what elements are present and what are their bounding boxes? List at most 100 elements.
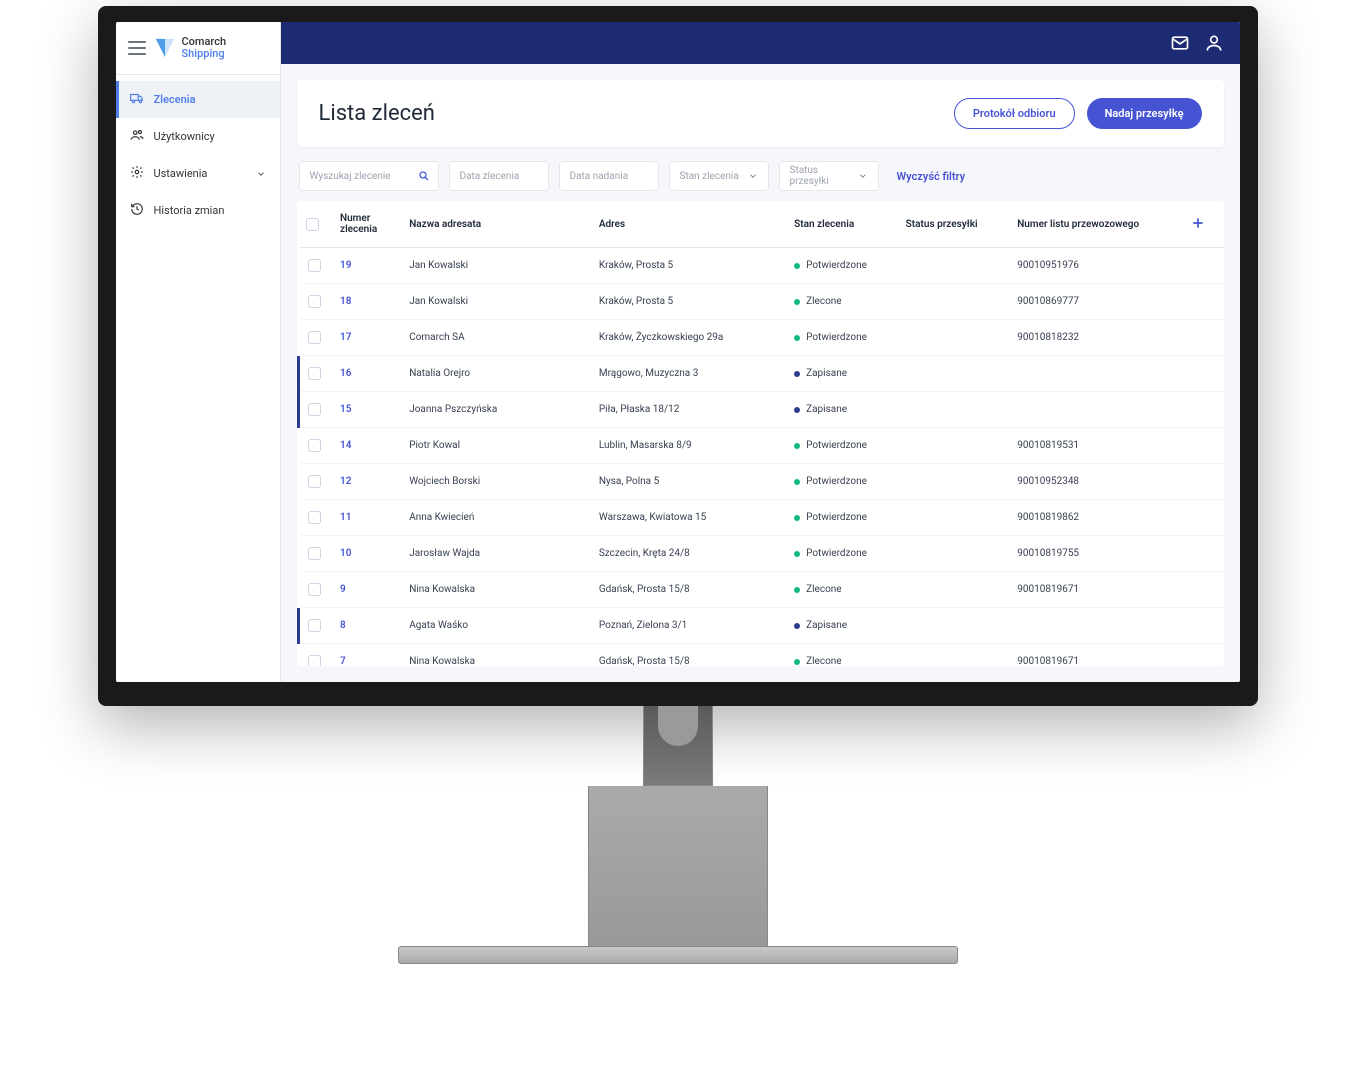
table-row[interactable]: 16Natalia OrejroMrągowo, Muzyczna 3Zapis… [298, 356, 1224, 392]
table-row[interactable]: 15Joanna PszczyńskaPiła, Płaska 18/12Zap… [298, 392, 1224, 428]
cell-recipient: Wojciech Borski [401, 464, 591, 500]
th-address[interactable]: Adres [591, 201, 786, 248]
order-number-link[interactable]: 8 [340, 620, 346, 631]
date-submit-filter[interactable]: Data nadania [559, 161, 659, 191]
shipment-status-filter[interactable]: Status przesyłki [779, 161, 879, 191]
cell-address: Gdańsk, Prosta 15/8 [591, 572, 786, 608]
cell-status [898, 608, 1010, 644]
order-number-link[interactable]: 17 [340, 332, 351, 343]
cell-state: Potwierdzone [794, 476, 890, 487]
cell-recipient: Jarosław Wajda [401, 536, 591, 572]
th-state[interactable]: Stan zlecenia [786, 201, 898, 248]
add-icon[interactable] [1190, 215, 1206, 231]
cell-state: Zapisane [794, 404, 890, 415]
row-checkbox[interactable] [308, 439, 321, 452]
status-dot-icon [794, 407, 800, 413]
order-number-link[interactable]: 10 [340, 548, 351, 559]
mail-icon[interactable] [1170, 33, 1190, 53]
hamburger-menu-icon[interactable] [128, 41, 146, 55]
sidebar-item-label: Ustawienia [154, 167, 208, 180]
cell-status [898, 644, 1010, 667]
gear-icon [130, 165, 144, 182]
monitor-screen: Comarch Shipping Zlecenia Użytkownicy Usta… [116, 22, 1240, 682]
truck-icon [130, 91, 144, 108]
order-number-link[interactable]: 9 [340, 584, 346, 595]
cell-recipient: Piotr Kowal [401, 428, 591, 464]
select-all-checkbox[interactable] [306, 218, 319, 231]
order-number-link[interactable]: 12 [340, 476, 351, 487]
table-row[interactable]: 19Jan KowalskiKraków, Prosta 5Potwierdzo… [298, 248, 1224, 284]
cell-status [898, 284, 1010, 320]
cell-address: Lublin, Masarska 8/9 [591, 428, 786, 464]
order-number-link[interactable]: 7 [340, 656, 346, 666]
cell-state: Potwierdzone [794, 440, 890, 451]
order-number-link[interactable]: 19 [340, 260, 351, 271]
main: Lista zleceń Protokół odbioru Nadaj prze… [281, 22, 1240, 682]
row-checkbox[interactable] [308, 475, 321, 488]
cell-tracking: 90010819671 [1009, 644, 1176, 667]
sidebar-item-użytkownicy[interactable]: Użytkownicy [116, 118, 280, 155]
cell-tracking: 90010819671 [1009, 572, 1176, 608]
order-number-link[interactable]: 14 [340, 440, 351, 451]
sidebar-item-ustawienia[interactable]: Ustawienia [116, 155, 280, 192]
cell-tracking: 90010952348 [1009, 464, 1176, 500]
cell-recipient: Natalia Orejro [401, 356, 591, 392]
cell-address: Warszawa, Kwiatowa 15 [591, 500, 786, 536]
search-input[interactable] [310, 171, 428, 182]
order-number-link[interactable]: 16 [340, 368, 351, 379]
row-checkbox[interactable] [308, 583, 321, 596]
row-checkbox[interactable] [308, 295, 321, 308]
sidebar-item-historia-zmian[interactable]: Historia zmian [116, 192, 280, 229]
table-row[interactable]: 14 Piotr KowalLublin, Masarska 8/9 Potwier… [298, 428, 1224, 464]
row-checkbox[interactable] [308, 403, 321, 416]
status-dot-icon [794, 623, 800, 629]
cell-state: Potwierdzone [794, 512, 890, 523]
table-wrap: Numer zlecenia Nazwa adresata Adres Stan… [297, 201, 1224, 666]
header-actions: Protokół odbioru Nadaj przesyłkę [954, 98, 1202, 129]
page-header: Lista zleceń Protokół odbioru Nadaj prze… [297, 80, 1224, 147]
cell-status [898, 500, 1010, 536]
table-row[interactable]: 12 Wojciech BorskiNysa, Polna 5 Potwierdzo… [298, 464, 1224, 500]
row-checkbox[interactable] [308, 367, 321, 380]
sidebar-item-zlecenia[interactable]: Zlecenia [116, 81, 280, 118]
th-status[interactable]: Status przesyłki [898, 201, 1010, 248]
cell-address: Nysa, Polna 5 [591, 464, 786, 500]
search-filter[interactable] [299, 161, 439, 191]
row-checkbox[interactable] [308, 547, 321, 560]
send-shipment-button[interactable]: Nadaj przesyłkę [1087, 98, 1202, 129]
row-checkbox[interactable] [308, 655, 321, 666]
th-tracking[interactable]: Numer listu przewozowego [1009, 201, 1176, 248]
cell-tracking: 90010819531 [1009, 428, 1176, 464]
cell-state: Potwierdzone [794, 548, 890, 559]
order-state-filter[interactable]: Stan zlecenia [669, 161, 769, 191]
table-row[interactable]: 11 Anna KwiecieńWarszawa, Kwiatowa 15 Potw… [298, 500, 1224, 536]
row-checkbox[interactable] [308, 619, 321, 632]
cell-address: Poznań, Zielona 3/1 [591, 608, 786, 644]
clear-filters-link[interactable]: Wyczyść filtry [897, 170, 966, 183]
date-order-filter[interactable]: Data zlecenia [449, 161, 549, 191]
row-checkbox[interactable] [308, 259, 321, 272]
filters-row: Data zlecenia Data nadania Stan zlecenia… [281, 147, 1240, 201]
cell-status [898, 248, 1010, 284]
user-icon[interactable] [1204, 33, 1224, 53]
order-number-link[interactable]: 15 [340, 404, 351, 415]
cell-address: Kraków, Prosta 5 [591, 248, 786, 284]
row-checkbox[interactable] [308, 331, 321, 344]
sidebar-item-label: Użytkownicy [154, 130, 215, 143]
protocol-button[interactable]: Protokół odbioru [954, 98, 1075, 129]
table-row[interactable]: 17Comarch SAKraków, Życzkowskiego 29aPot… [298, 320, 1224, 356]
table-row[interactable]: 7Nina KowalskaGdańsk, Prosta 15/8Zlecone… [298, 644, 1224, 667]
table-row[interactable]: 10Jarosław WajdaSzczecin, Kręta 24/8Potw… [298, 536, 1224, 572]
cell-recipient: Anna Kwiecień [401, 500, 591, 536]
th-order-num[interactable]: Numer zlecenia [332, 201, 401, 248]
row-checkbox[interactable] [308, 511, 321, 524]
order-number-link[interactable]: 11 [340, 512, 351, 523]
table-row[interactable]: 8Agata WaśkoPoznań, Zielona 3/1Zapisane [298, 608, 1224, 644]
monitor-frame: Comarch Shipping Zlecenia Użytkownicy Usta… [98, 6, 1258, 706]
search-icon [418, 170, 430, 182]
order-number-link[interactable]: 18 [340, 296, 351, 307]
logo[interactable]: Comarch Shipping [154, 36, 227, 60]
table-row[interactable]: 18Jan KowalskiKraków, Prosta 5Zlecone900… [298, 284, 1224, 320]
table-row[interactable]: 9Nina KowalskaGdańsk, Prosta 15/8Zlecone… [298, 572, 1224, 608]
th-recipient[interactable]: Nazwa adresata [401, 201, 591, 248]
